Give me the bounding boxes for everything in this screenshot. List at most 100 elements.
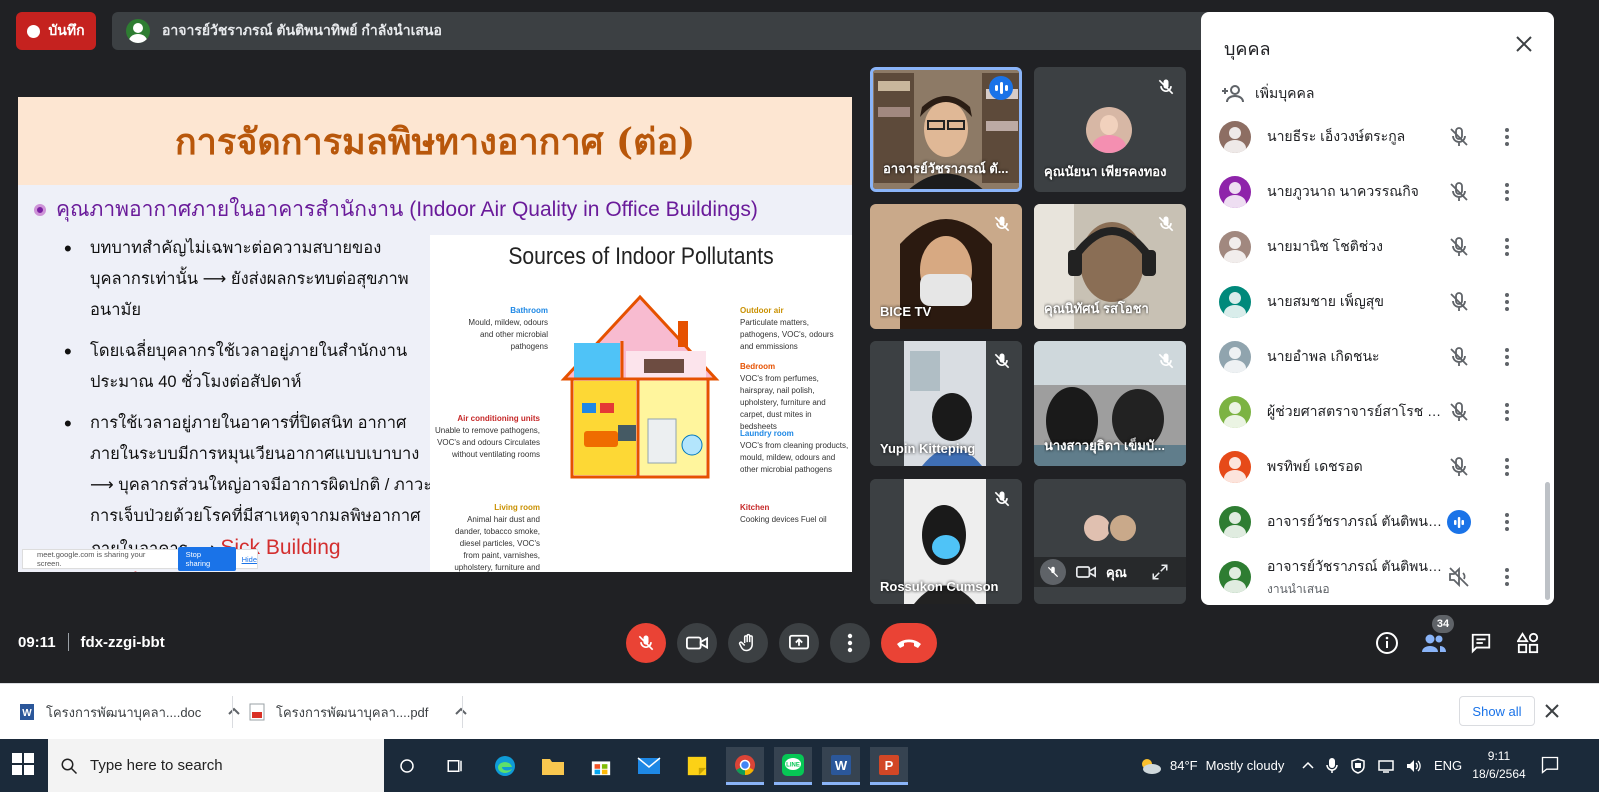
- timeline-icon[interactable]: [436, 747, 474, 785]
- weather-widget[interactable]: 84°F Mostly cloudy: [1138, 739, 1284, 792]
- video-tile[interactable]: คุณนิทัศน์ รสโอชา: [1034, 204, 1186, 329]
- microphone-icon[interactable]: [1326, 757, 1338, 774]
- present-button[interactable]: [779, 623, 819, 663]
- powerpoint-icon[interactable]: P: [870, 747, 908, 785]
- hide-link[interactable]: Hide: [242, 555, 257, 564]
- video-tile[interactable]: Rossukon Cumson: [870, 479, 1022, 604]
- video-tile[interactable]: นางสาวยุธิดา เข็มบั...: [1034, 341, 1186, 466]
- more-vert-icon[interactable]: [1495, 235, 1519, 259]
- more-vert-icon[interactable]: [1495, 290, 1519, 314]
- activities-icon: [1517, 632, 1539, 654]
- volume-off-icon[interactable]: [1447, 565, 1471, 589]
- record-button[interactable]: บันทึก: [16, 12, 96, 50]
- sticky-notes-icon[interactable]: [678, 747, 716, 785]
- add-person-icon: [1222, 85, 1244, 103]
- download-item[interactable]: โครงการพัฒนาบุคลา....pdf: [248, 694, 468, 730]
- close-icon[interactable]: [1543, 702, 1561, 720]
- self-view-tile[interactable]: คุณ: [1034, 479, 1186, 604]
- file-explorer-icon[interactable]: [534, 747, 572, 785]
- mic-off-icon[interactable]: [1447, 235, 1471, 259]
- add-people-button[interactable]: เพิ่มบุคคล: [1221, 82, 1314, 106]
- activities-button[interactable]: [1515, 630, 1541, 656]
- windows-start-icon[interactable]: [12, 753, 34, 775]
- mic-toggle-button[interactable]: [626, 623, 666, 663]
- participant-name: นายธีระ เอ็งวงษ์ตระกูล: [1267, 126, 1443, 148]
- participant-row[interactable]: นายอำพล เกิดชนะ: [1219, 335, 1549, 379]
- stop-sharing-button[interactable]: Stop sharing: [177, 547, 236, 571]
- participant-row[interactable]: นายมานิช โชติช่วง: [1219, 225, 1549, 269]
- meeting-details-button[interactable]: [1374, 630, 1400, 656]
- speaking-indicator-icon[interactable]: [1447, 510, 1471, 534]
- presenter-avatar: [126, 19, 150, 43]
- people-icon: [1422, 634, 1446, 652]
- participant-row[interactable]: นายสมชาย เพ็ญสุข: [1219, 280, 1549, 324]
- house-illustration: [560, 294, 720, 479]
- close-icon[interactable]: [1512, 32, 1536, 56]
- mic-off-icon[interactable]: [1447, 290, 1471, 314]
- more-vert-icon[interactable]: [1495, 345, 1519, 369]
- chat-button[interactable]: [1468, 630, 1494, 656]
- more-options-button[interactable]: [830, 623, 870, 663]
- expand-icon[interactable]: [1151, 563, 1169, 581]
- video-tile[interactable]: Yupin Kitteping: [870, 341, 1022, 466]
- mic-off-icon[interactable]: [1447, 455, 1471, 479]
- video-tile[interactable]: คุณนัยนา เพียรคงทอง: [1034, 67, 1186, 192]
- mail-icon[interactable]: [630, 747, 668, 785]
- network-icon[interactable]: [1378, 759, 1394, 773]
- participant-row[interactable]: พรทิพย์ เดชรอด: [1219, 445, 1549, 489]
- add-people-label: เพิ่มบุคคล: [1255, 85, 1315, 101]
- self-camera-icon[interactable]: [1076, 564, 1096, 580]
- show-all-button[interactable]: Show all: [1459, 696, 1535, 726]
- camera-toggle-button[interactable]: [677, 623, 717, 663]
- line-icon[interactable]: LINE: [774, 747, 812, 785]
- notifications-icon[interactable]: [1540, 755, 1560, 775]
- word-app-icon[interactable]: W: [822, 747, 860, 785]
- chevron-up-icon[interactable]: [227, 705, 241, 719]
- store-icon[interactable]: [582, 747, 620, 785]
- present-icon: [789, 634, 809, 650]
- more-vert-icon[interactable]: [1495, 565, 1519, 589]
- more-vert-icon[interactable]: [1495, 400, 1519, 424]
- participant-name: นายอำพล เกิดชนะ: [1267, 346, 1443, 368]
- taskbar-clock[interactable]: 9:11 18/6/2564: [1466, 747, 1532, 783]
- panel-title: บุคคล: [1224, 39, 1271, 59]
- participant-name: นายภูวนาถ นาควรรณกิจ: [1267, 181, 1443, 203]
- chrome-icon[interactable]: [726, 747, 764, 785]
- participant-name-text: ผู้ช่วยศาสตราจารย์สาโรช ปริ...: [1267, 403, 1443, 419]
- more-vert-icon[interactable]: [1495, 510, 1519, 534]
- mic-off-icon[interactable]: [1447, 180, 1471, 204]
- more-vert-icon[interactable]: [1495, 125, 1519, 149]
- leave-call-button[interactable]: [881, 623, 937, 663]
- edge-icon[interactable]: [486, 747, 524, 785]
- mic-off-icon[interactable]: [1447, 125, 1471, 149]
- panel-scrollbar[interactable]: [1545, 482, 1550, 600]
- chevron-up-icon[interactable]: [1302, 760, 1314, 772]
- label-laundry-room: Laundry room VOC's from cleaning product…: [740, 429, 849, 474]
- more-vert-icon[interactable]: [1495, 180, 1519, 204]
- self-mic-off-icon[interactable]: [1040, 559, 1066, 585]
- participant-row[interactable]: นายภูวนาถ นาควรรณกิจ: [1219, 170, 1549, 214]
- more-vert-icon[interactable]: [1495, 455, 1519, 479]
- people-button[interactable]: [1421, 630, 1447, 656]
- mic-off-icon: [994, 353, 1010, 369]
- input-language[interactable]: ENG: [1434, 758, 1462, 773]
- security-icon[interactable]: [1350, 757, 1366, 774]
- participant-row[interactable]: นายธีระ เอ็งวงษ์ตระกูล: [1219, 115, 1549, 159]
- meeting-code[interactable]: fdx-zzgi-bbt: [81, 634, 165, 651]
- task-view-icon[interactable]: [388, 747, 426, 785]
- phone-hangup-icon: [897, 639, 921, 648]
- participant-row[interactable]: อาจารย์วัชราภรณ์ ตันติพนา...: [1219, 500, 1549, 544]
- download-item[interactable]: W โครงการพัฒนาบุคลา....doc: [18, 694, 241, 730]
- participant-avatar: [1219, 231, 1251, 263]
- video-tile[interactable]: BICE TV: [870, 204, 1022, 329]
- mic-off-icon[interactable]: [1447, 345, 1471, 369]
- participant-row[interactable]: อาจารย์วัชราภรณ์ ตันติพนา... งานนำเสนอ: [1219, 555, 1549, 599]
- self-view-controls: คุณ: [1034, 557, 1186, 587]
- mic-off-icon: [994, 216, 1010, 232]
- raise-hand-button[interactable]: [728, 623, 768, 663]
- video-tile[interactable]: อาจารย์วัชราภรณ์ ตั...: [870, 67, 1022, 192]
- volume-icon[interactable]: [1406, 759, 1422, 773]
- mic-off-icon[interactable]: [1447, 400, 1471, 424]
- taskbar-search[interactable]: Type here to search: [48, 739, 384, 792]
- participant-row[interactable]: ผู้ช่วยศาสตราจารย์สาโรช ปริ...: [1219, 390, 1549, 434]
